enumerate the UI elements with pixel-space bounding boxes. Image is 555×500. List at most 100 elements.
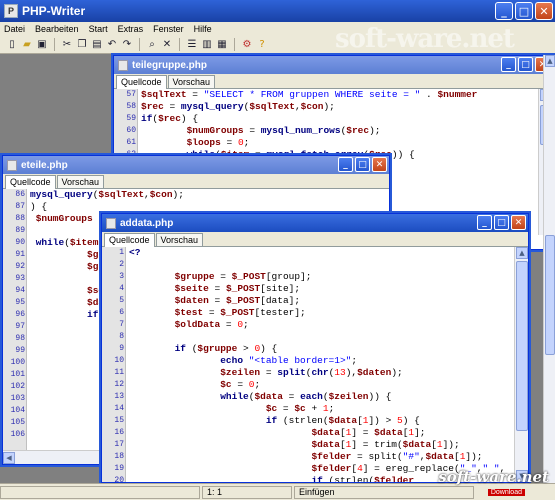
code-text: if [87, 309, 99, 320]
menu-hilfe[interactable]: Hilfe [194, 24, 212, 34]
line-number: 11 [114, 368, 124, 377]
code-line: 1 <? [102, 247, 514, 259]
code-text: while($item [35, 237, 99, 248]
minimize-icon[interactable]: _ [338, 157, 353, 172]
line-number: 100 [10, 358, 25, 367]
find-icon[interactable]: ⌕ [146, 39, 158, 51]
code-line: 2 [102, 259, 514, 271]
close-icon[interactable]: ✕ [511, 215, 526, 230]
minimize-icon[interactable]: _ [477, 215, 492, 230]
close-icon[interactable]: ✕ [535, 2, 553, 20]
maximize-icon[interactable]: □ [494, 215, 509, 230]
code-text: $felder[4] = ereg_replace("_"," ", [311, 463, 506, 474]
window-title: eteile.php [21, 159, 68, 171]
line-number: 88 [15, 214, 25, 223]
line-number: 93 [15, 274, 25, 283]
minimize-icon[interactable]: _ [501, 57, 516, 72]
tools-icon[interactable]: ✕ [161, 39, 173, 51]
scroll-down-icon[interactable]: ▼ [516, 470, 528, 482]
line-number: 19 [114, 464, 124, 473]
tab-preview[interactable]: Vorschau [167, 75, 216, 88]
code-line: 61 $loops = 0; [114, 137, 538, 149]
code-line: 60 $numGroups = mysql_num_rows($rec); [114, 125, 538, 137]
scroll-up-icon[interactable]: ▲ [516, 247, 528, 259]
settings-icon[interactable]: ⚙ [241, 39, 253, 51]
code-text: $zeilen = split(chr(13),$daten); [220, 367, 403, 378]
tab-bar: Quellcode Vorschau [102, 232, 528, 247]
app-titlebar[interactable]: P PHP-Writer _ □ ✕ [0, 0, 555, 22]
toolbar: ▯ ▰ ▣ ✂ ❐ ▤ ↶ ↷ ⌕ ✕ ☰ ▥ ▦ ⚙ ? [0, 36, 555, 54]
redo-icon[interactable]: ↷ [121, 39, 133, 51]
menu-start[interactable]: Start [89, 24, 108, 34]
tab-source[interactable]: Quellcode [5, 175, 56, 189]
code-text: $numGroups = mysql_num_rows($rec); [186, 125, 381, 136]
window-titlebar[interactable]: addata.php _ □ ✕ [102, 214, 528, 232]
workspace-scrollbar[interactable]: ▲ [543, 55, 555, 483]
tab-preview[interactable]: Vorschau [56, 175, 105, 188]
maximize-icon[interactable]: □ [515, 2, 533, 20]
line-number: 95 [15, 298, 25, 307]
code-text: $seite = $_POST[site]; [174, 283, 301, 294]
code-text: $da [87, 297, 105, 308]
menu-bearbeiten[interactable]: Bearbeiten [35, 24, 79, 34]
line-number: 8 [119, 332, 124, 341]
code-line: 19 $felder[4] = ereg_replace("_"," ", [102, 463, 514, 475]
code-text: $rec = mysql_query($sqlText,$con); [141, 101, 335, 112]
code-line: 15 if (strlen($data[1]) > 5) { [102, 415, 514, 427]
scroll-thumb[interactable] [516, 261, 528, 431]
minimize-icon[interactable]: _ [495, 2, 513, 20]
window-titlebar[interactable]: teilegruppe.php _□✕ [114, 56, 552, 74]
code-text: $gr [87, 261, 105, 272]
code-line: 5 $daten = $_POST[data]; [102, 295, 514, 307]
tab-preview[interactable]: Vorschau [155, 233, 204, 246]
tile-horizontal-icon[interactable]: ☰ [186, 39, 198, 51]
menu-datei[interactable]: Datei [4, 24, 25, 34]
window-title: teilegruppe.php [132, 59, 207, 71]
editor-window-adddata: addata.php _ □ ✕ Quellcode Vorschau 1 <? 2 3 … [101, 213, 529, 483]
cut-icon[interactable]: ✂ [61, 39, 73, 51]
scroll-left-icon[interactable]: ◀ [3, 452, 15, 464]
code-text: if ($gruppe > 0) { [174, 343, 278, 354]
save-icon[interactable]: ▣ [36, 39, 48, 51]
close-icon[interactable]: ✕ [372, 157, 387, 172]
status-bar: 1: 1 Einfügen [0, 483, 555, 500]
window-titlebar[interactable]: eteile.php _ □ ✕ [3, 156, 389, 174]
code-line: 4 $seite = $_POST[site]; [102, 283, 514, 295]
maximize-icon[interactable]: □ [518, 57, 533, 72]
code-editor[interactable]: 1 <? 2 3 $gruppe = $_POST[group]; 4 $seite =… [102, 247, 514, 482]
menu-extras[interactable]: Extras [118, 24, 144, 34]
cascade-icon[interactable]: ▦ [216, 39, 228, 51]
scroll-thumb[interactable] [545, 235, 555, 355]
app-icon: P [4, 4, 18, 18]
paste-icon[interactable]: ▤ [91, 39, 103, 51]
scroll-up-icon[interactable]: ▲ [545, 55, 555, 67]
open-folder-icon[interactable]: ▰ [21, 39, 33, 51]
undo-icon[interactable]: ↶ [106, 39, 118, 51]
new-file-icon[interactable]: ▯ [6, 39, 18, 51]
line-number: 91 [15, 250, 25, 259]
line-number: 96 [15, 310, 25, 319]
help-icon[interactable]: ? [256, 39, 268, 51]
tab-source[interactable]: Quellcode [116, 75, 167, 89]
code-line: 3 $gruppe = $_POST[group]; [102, 271, 514, 283]
code-text: $loops = 0; [186, 137, 250, 148]
code-text: if($rec) { [141, 113, 199, 124]
code-text: $data[1] = trim($data[1]); [311, 439, 460, 450]
line-number: 60 [126, 126, 136, 135]
menu-fenster[interactable]: Fenster [153, 24, 184, 34]
code-text: if (strlen($data[1]) > 5) { [265, 415, 420, 426]
code-line: 58 $rec = mysql_query($sqlText,$con); [114, 101, 538, 113]
line-number: 7 [119, 320, 124, 329]
tab-source[interactable]: Quellcode [104, 233, 155, 247]
code-text: if (strlen($felder [311, 475, 415, 482]
copy-icon[interactable]: ❐ [76, 39, 88, 51]
insert-mode: Einfügen [294, 485, 474, 499]
toolbar-separator [234, 38, 235, 51]
code-line: 18 $felder = split("#",$data[1]); [102, 451, 514, 463]
code-line: 59 if($rec) { [114, 113, 538, 125]
tile-vertical-icon[interactable]: ▥ [201, 39, 213, 51]
code-line: 87) { [3, 201, 375, 213]
maximize-icon[interactable]: □ [355, 157, 370, 172]
vertical-scrollbar[interactable]: ▲ ▼ [514, 247, 528, 482]
line-number: 4 [119, 284, 124, 293]
